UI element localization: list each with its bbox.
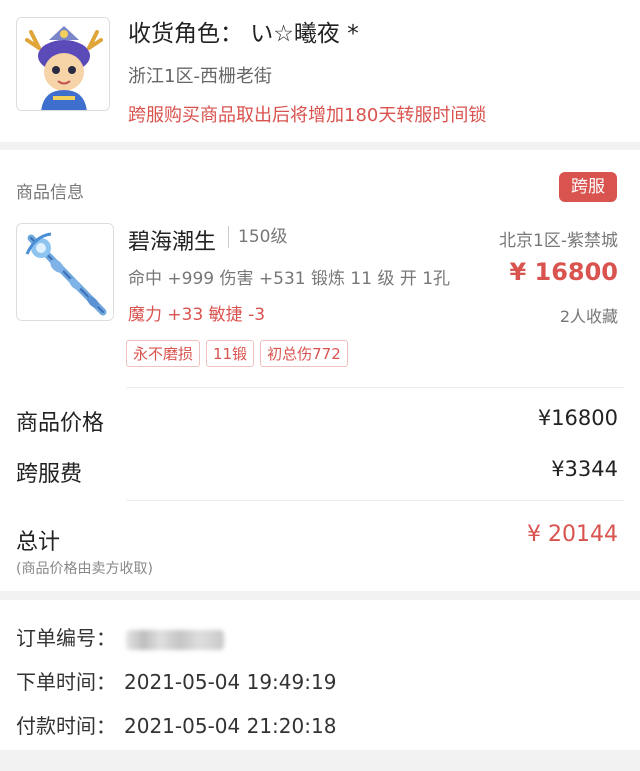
total-note: (商品价格由卖方收取) (16, 561, 153, 577)
goods-section-label: 商品信息 (16, 183, 84, 203)
tag-forge: 11锻 (206, 340, 255, 367)
tag-damage: 初总伤772 (260, 340, 348, 367)
bottom-strip (0, 750, 640, 771)
price-value: ¥16800 (537, 406, 618, 430)
item-stats: 魔力 +33 敏捷 -3 (128, 305, 266, 325)
item-server: 北京1区-紫禁城 (499, 231, 618, 251)
order-placed-row: 下单时间： 2021-05-04 19:49:19 (16, 666, 336, 695)
favorite-count: 2人收藏 (559, 307, 618, 326)
order-placed-label: 下单时间： (16, 670, 116, 694)
order-placed-value: 2021-05-04 19:49:19 (124, 670, 337, 694)
divider (126, 500, 624, 501)
character-avatar-icon (16, 17, 110, 111)
cross-server-warning: 跨服购买商品取出后将增加180天转服时间锁 (128, 105, 487, 126)
item-level: 150级 (228, 226, 287, 248)
receiver-card: 收货角色： い☆曦夜 * 浙江1区-西栅老街 跨服购买商品取出后将增加180天转… (0, 0, 640, 142)
order-number-row: 订单编号： (16, 622, 224, 651)
receiver-server: 浙江1区-西栅老街 (128, 66, 272, 87)
order-number-redacted (126, 629, 224, 650)
order-paid-value: 2021-05-04 21:20:18 (124, 714, 337, 738)
item-price: ¥ 16800 (509, 258, 618, 286)
price-label: 商品价格 (16, 411, 105, 436)
fee-value: ¥3344 (551, 457, 618, 481)
item-attributes: 命中 +999 伤害 +531 锻炼 11 级 开 1孔 (128, 269, 451, 289)
order-paid-label: 付款时间： (16, 714, 116, 738)
staff-weapon-icon[interactable] (16, 223, 114, 321)
receiver-role-title: 收货角色： い☆曦夜 * (128, 21, 359, 47)
cross-server-badge: 跨服 (559, 172, 617, 202)
order-number-label: 订单编号： (16, 626, 116, 650)
item-tags: 永不磨损 11锻 初总伤772 (126, 340, 348, 367)
divider (126, 387, 624, 388)
order-paid-row: 付款时间： 2021-05-04 21:20:18 (16, 710, 336, 739)
total-value: ¥ 20144 (527, 522, 618, 547)
order-card: 订单编号： 下单时间： 2021-05-04 19:49:19 付款时间： 2021… (0, 600, 640, 750)
item-name[interactable]: 碧海潮生 (128, 224, 216, 256)
total-label: 总计 (16, 530, 61, 555)
fee-label: 跨服费 (16, 462, 83, 487)
goods-card: 商品信息 跨服 碧海潮生 150级 北京1区-紫禁城 命中 +999 伤害 +5… (0, 150, 640, 591)
tag-durability: 永不磨损 (126, 340, 201, 367)
